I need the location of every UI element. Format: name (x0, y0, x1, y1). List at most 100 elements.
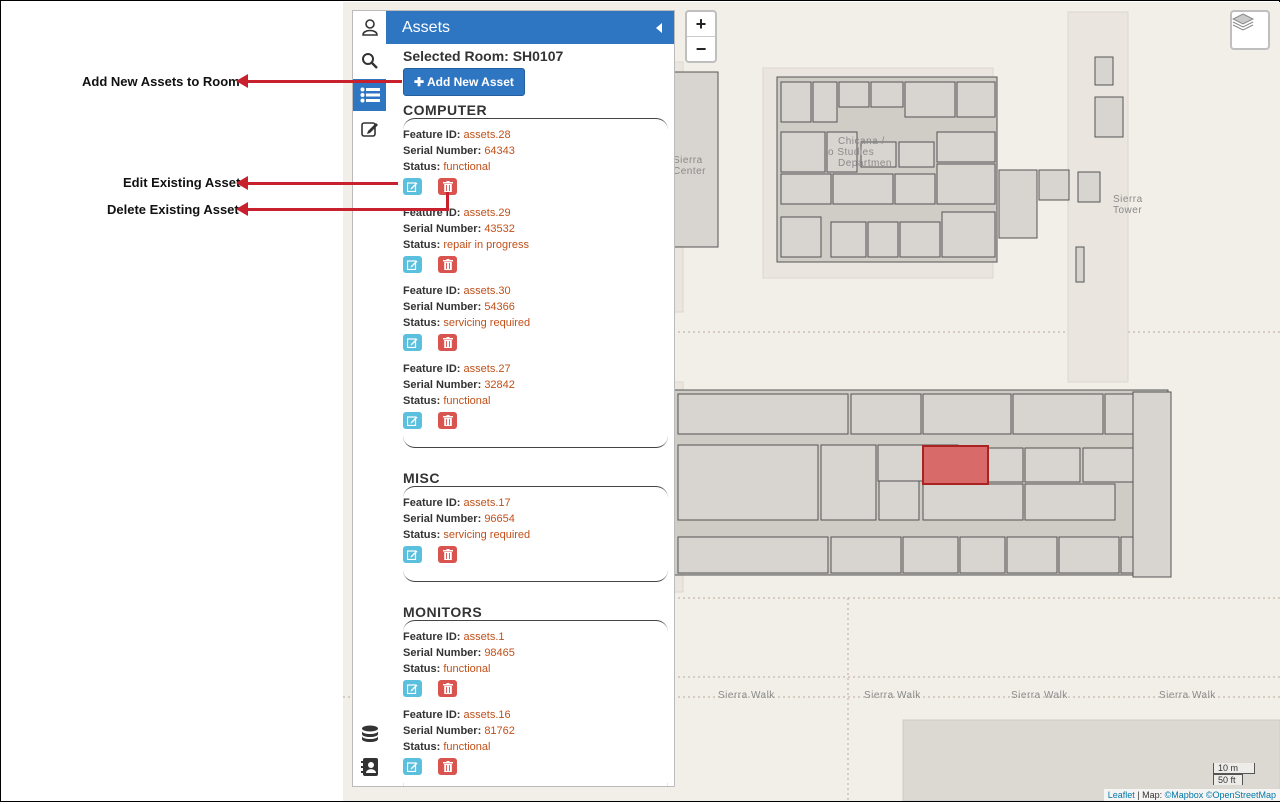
status-value: repair in progress (443, 239, 529, 251)
add-new-asset-button[interactable]: ✚ Add New Asset (403, 68, 525, 96)
assets-panel: Assets Selected Room: SH0107 ✚ Add New A… (386, 10, 675, 787)
map-label-tower-1: Sierra (1113, 194, 1143, 205)
tab-contacts[interactable] (353, 751, 387, 783)
serial-label: Serial Number: (403, 513, 482, 525)
feature-id-value[interactable]: assets.30 (464, 285, 511, 297)
status-row: Status: functional (403, 393, 668, 409)
search-icon (362, 53, 378, 69)
serial-row: Serial Number: 43532 (403, 221, 668, 237)
zoom-in-button[interactable]: + (687, 12, 715, 36)
trash-icon (442, 415, 453, 426)
feature-id-value[interactable]: assets.28 (464, 129, 511, 141)
edit-asset-button[interactable] (403, 546, 422, 563)
delete-asset-button[interactable] (438, 758, 457, 775)
feature-id-row: Feature ID: assets.27 (403, 361, 668, 377)
mapbox-link[interactable]: ©Mapbox (1165, 790, 1204, 800)
asset-item: Feature ID: assets.17 Serial Number: 9665… (403, 495, 668, 564)
delete-asset-button[interactable] (438, 546, 457, 563)
category-box: Feature ID: assets.17 Serial Number: 9665… (403, 486, 668, 582)
edit-asset-button[interactable] (403, 758, 422, 775)
category-box: Feature ID: assets.28 Serial Number: 6434… (403, 118, 668, 448)
feature-id-label: Feature ID: (403, 129, 461, 141)
tab-edit[interactable] (353, 113, 387, 145)
map-label-center-2: Center (673, 166, 707, 177)
serial-value: 32842 (484, 379, 515, 391)
annotation-arrow-edit (236, 176, 398, 190)
trash-icon (442, 549, 453, 560)
feature-id-value[interactable]: assets.27 (464, 363, 511, 375)
serial-value: 96654 (484, 513, 515, 525)
status-value: servicing required (443, 317, 531, 329)
feature-id-value[interactable]: assets.16 (464, 709, 511, 721)
category-title: MISC (403, 470, 440, 486)
serial-row: Serial Number: 32842 (403, 377, 668, 393)
status-value: functional (443, 161, 491, 173)
leaflet-link[interactable]: Leaflet (1108, 790, 1135, 800)
feature-id-value[interactable]: assets.1 (464, 631, 505, 643)
tab-database[interactable] (353, 719, 387, 751)
edit-asset-button[interactable] (403, 334, 422, 351)
status-label: Status: (403, 395, 441, 407)
status-label: Status: (403, 663, 441, 675)
feature-id-value[interactable]: assets.17 (464, 497, 511, 509)
list-icon (360, 87, 380, 103)
serial-value: 64343 (484, 145, 515, 157)
asset-actions (403, 256, 668, 274)
status-value: functional (443, 741, 491, 753)
serial-row: Serial Number: 81762 (403, 723, 668, 739)
delete-asset-button[interactable] (438, 680, 457, 697)
panel-content: Selected Room: SH0107 ✚ Add New Asset CO… (386, 48, 674, 786)
serial-value: 43532 (484, 223, 515, 235)
collapse-caret-icon[interactable] (656, 23, 662, 33)
annotation-arrow-delete-stem (446, 192, 449, 211)
edit-asset-button[interactable] (403, 680, 422, 697)
feature-id-row: Feature ID: assets.1 (403, 629, 668, 645)
feature-id-label: Feature ID: (403, 363, 461, 375)
panel-title: Assets (402, 19, 451, 36)
delete-asset-button[interactable] (438, 334, 457, 351)
annotation-arrow-add (236, 74, 402, 88)
osm-link[interactable]: ©OpenStreetMap (1206, 790, 1276, 800)
serial-label: Serial Number: (403, 223, 482, 235)
map-label-studies-2: o Studies (828, 147, 875, 158)
delete-asset-button[interactable] (438, 256, 457, 273)
status-value: servicing required (443, 529, 531, 541)
feature-id-row: Feature ID: assets.17 (403, 495, 668, 511)
feature-id-label: Feature ID: (403, 631, 461, 643)
edit-icon (361, 122, 378, 137)
selected-room-highlight[interactable] (922, 445, 989, 485)
serial-row: Serial Number: 64343 (403, 143, 668, 159)
edit-asset-button[interactable] (403, 412, 422, 429)
zoom-out-button[interactable]: − (687, 36, 715, 61)
trash-icon (442, 337, 453, 348)
asset-actions (403, 680, 668, 698)
edit-icon (407, 762, 418, 772)
sidebar-tabs (352, 10, 388, 787)
scale-bar: 10 m 50 ft (1213, 763, 1255, 785)
edit-icon (407, 416, 418, 426)
trash-icon (442, 683, 453, 694)
delete-asset-button[interactable] (438, 412, 457, 429)
edit-asset-button[interactable] (403, 256, 422, 273)
trash-icon (442, 761, 453, 772)
serial-value: 54366 (484, 301, 515, 313)
map-label-studies-1: Chicana / (838, 136, 885, 147)
map-label-center-1: Sierra (673, 155, 703, 166)
tab-assets[interactable] (353, 79, 387, 111)
serial-label: Serial Number: (403, 379, 482, 391)
map-label-walk: Sierra Walk (718, 690, 775, 701)
serial-value: 98465 (484, 647, 515, 659)
feature-id-row: Feature ID: assets.16 (403, 707, 668, 723)
edit-icon (407, 684, 418, 694)
selected-room-label: Selected Room: SH0107 (403, 48, 564, 64)
tab-profile[interactable] (353, 11, 387, 43)
edit-asset-button[interactable] (403, 178, 422, 195)
feature-id-label: Feature ID: (403, 709, 461, 721)
status-row: Status: servicing required (403, 527, 668, 543)
annotation-delete: Delete Existing Asset (107, 202, 239, 217)
layers-button[interactable] (1230, 10, 1270, 50)
feature-id-value[interactable]: assets.29 (464, 207, 511, 219)
status-value: functional (443, 395, 491, 407)
asset-item: Feature ID: assets.16 Serial Number: 8176… (403, 707, 668, 776)
tab-search[interactable] (353, 45, 387, 77)
